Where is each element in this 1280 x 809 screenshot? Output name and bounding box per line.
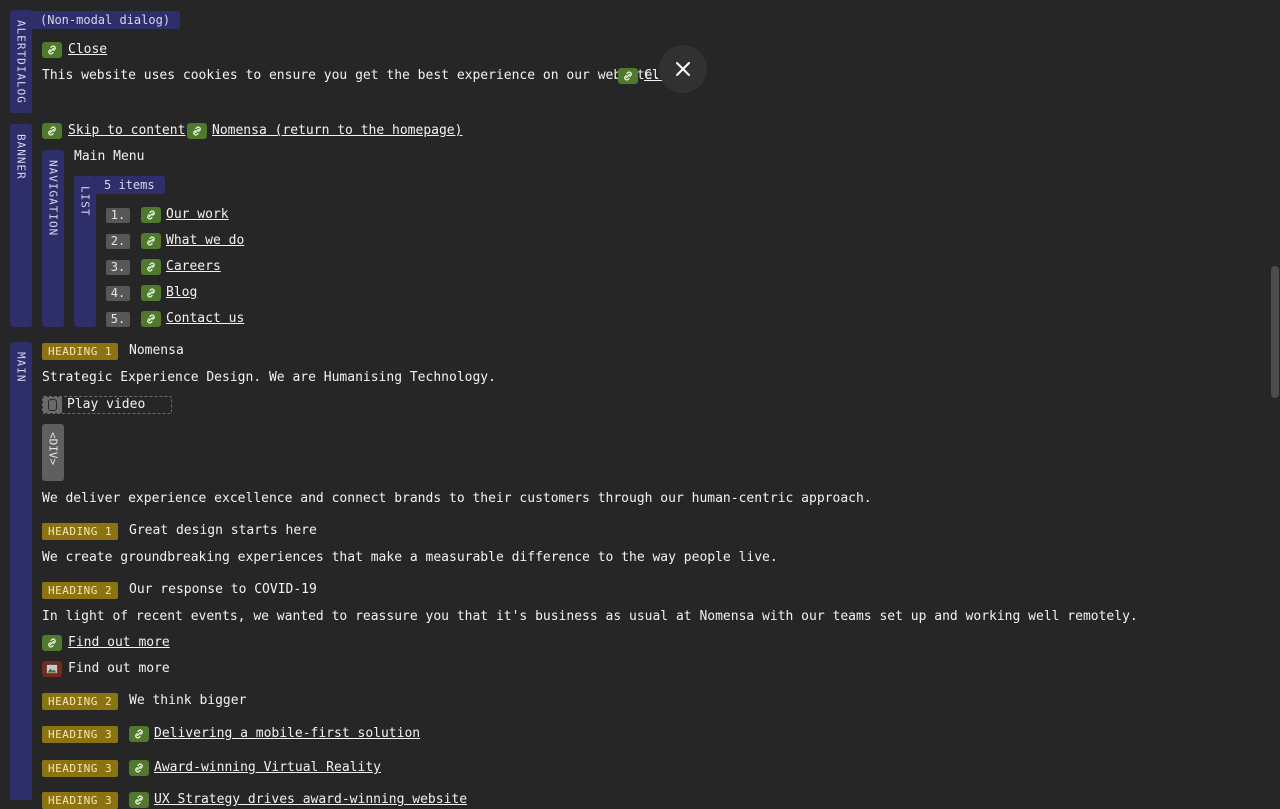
link-icon	[42, 42, 62, 58]
nav-link-our-work[interactable]: Our work	[166, 207, 229, 222]
main-region-bar: MAIN	[10, 342, 32, 800]
non-modal-dialog-chip: (Non-modal dialog)	[32, 11, 181, 29]
link-icon	[618, 68, 638, 84]
list-item-number: 5.	[106, 312, 130, 327]
alertdialog-region-label: ALERTDIALOG	[14, 20, 28, 104]
home-link[interactable]: Nomensa (return to the homepage)	[212, 123, 462, 138]
nav-link-contact-us[interactable]: Contact us	[166, 311, 244, 326]
link-icon	[141, 259, 161, 275]
link-icon	[141, 285, 161, 301]
banner-region-bar: BANNER	[10, 124, 32, 327]
intro-paragraph: We deliver experience excellence and con…	[42, 491, 872, 506]
find-out-more-image-alt: Find out more	[68, 661, 170, 676]
link-icon	[42, 635, 62, 651]
scrollbar-track[interactable]	[1268, 0, 1280, 800]
link-icon	[42, 123, 62, 139]
link-icon	[129, 726, 149, 742]
list-count-chip: 5 items	[96, 176, 165, 194]
nav-link-careers[interactable]: Careers	[166, 259, 221, 274]
heading-level-badge: HEADING 3	[42, 760, 119, 777]
list-item-number: 3.	[106, 260, 130, 275]
design-paragraph: We create groundbreaking experiences tha…	[42, 550, 778, 565]
link-icon	[187, 123, 207, 139]
div-container-bar: <DIV>	[42, 424, 64, 481]
link-icon	[129, 760, 149, 776]
heading-level-badge: HEADING 2	[42, 582, 119, 599]
link-icon	[141, 207, 161, 223]
covid-paragraph: In light of recent events, we wanted to …	[42, 609, 1138, 624]
nav-link-blog[interactable]: Blog	[166, 285, 197, 300]
list-region-bar: LIST	[74, 176, 96, 327]
list-item-number: 4.	[106, 286, 130, 301]
find-out-more-link[interactable]: Find out more	[68, 635, 170, 650]
close-icon	[676, 62, 690, 76]
heading-level-badge: HEADING 3	[42, 792, 119, 809]
heading-covid: Our response to COVID-19	[129, 582, 317, 597]
nav-link-what-we-do[interactable]: What we do	[166, 233, 244, 248]
play-video-label: Play video	[67, 397, 146, 412]
heading-level-badge: HEADING 2	[42, 693, 119, 710]
play-video-button[interactable]: Play video	[42, 396, 172, 414]
banner-region-label: BANNER	[14, 134, 28, 180]
virtual-reality-link[interactable]: Award-winning Virtual Reality	[154, 760, 381, 775]
heading-level-badge: HEADING 3	[42, 726, 119, 743]
close-link[interactable]: Close	[68, 42, 107, 57]
button-icon	[43, 397, 62, 413]
div-label: <DIV>	[46, 432, 60, 466]
scrollbar-thumb[interactable]	[1271, 266, 1279, 398]
image-icon	[42, 661, 62, 677]
heading-we-think-bigger: We think bigger	[129, 693, 247, 708]
mobile-first-link[interactable]: Delivering a mobile-first solution	[154, 726, 420, 741]
cookie-message: This website uses cookies to ensure you …	[42, 68, 661, 83]
link-icon	[141, 233, 161, 249]
alertdialog-region-bar: ALERTDIALOG	[10, 10, 32, 113]
list-item-number: 2.	[106, 234, 130, 249]
dialog-close-button[interactable]	[659, 45, 707, 93]
list-item-number: 1.	[106, 208, 130, 223]
heading-level-badge: HEADING 1	[42, 343, 119, 360]
main-menu-title: Main Menu	[74, 149, 145, 164]
heading-level-badge: HEADING 1	[42, 523, 119, 540]
navigation-region-label: NAVIGATION	[46, 160, 60, 237]
main-region-label: MAIN	[14, 352, 28, 383]
link-icon	[129, 792, 149, 808]
skip-to-content-link[interactable]: Skip to content	[68, 123, 185, 138]
navigation-region-bar: NAVIGATION	[42, 150, 64, 327]
list-region-label: LIST	[78, 186, 92, 217]
page-heading: Nomensa	[129, 343, 184, 358]
tagline: Strategic Experience Design. We are Huma…	[42, 370, 496, 385]
heading-great-design: Great design starts here	[129, 523, 317, 538]
link-icon	[141, 311, 161, 327]
